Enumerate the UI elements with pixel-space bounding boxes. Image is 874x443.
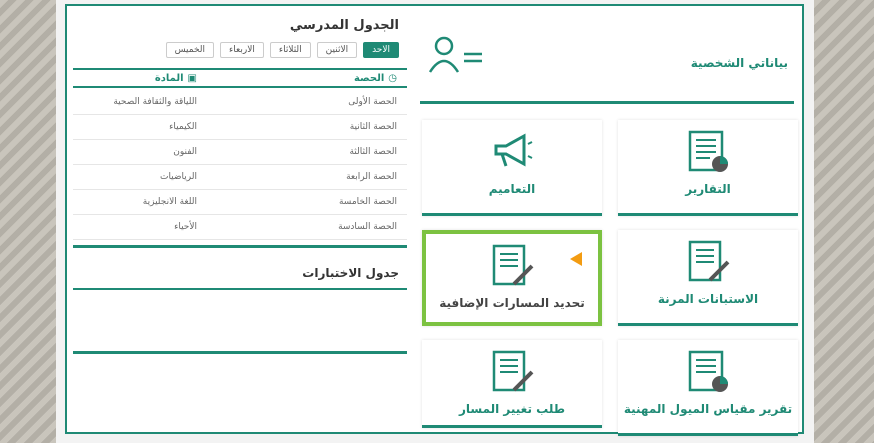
clock-icon: ◷	[388, 72, 397, 84]
table-row: الحصة الثالثة الفنون	[73, 140, 407, 165]
tile-change-track[interactable]: طلب تغيير المسار	[422, 340, 602, 428]
period-cell: الحصة السادسة	[338, 222, 397, 232]
report-chart-icon	[688, 130, 728, 172]
tile-surveys[interactable]: الاستبانات المرنة	[618, 230, 798, 326]
day-tab[interactable]: الاثنين	[316, 42, 358, 58]
schedule-title: الجدول المدرسي	[289, 18, 399, 33]
tile-extra-tracks[interactable]: تحديد المسارات الإضافية	[422, 230, 602, 326]
survey-form-icon	[688, 240, 730, 282]
tile-reports[interactable]: التقارير	[618, 120, 798, 216]
tile-label: تحديد المسارات الإضافية	[439, 296, 585, 310]
user-icon	[428, 36, 482, 73]
subject-cell: اللياقة والثقافة الصحية	[113, 97, 197, 107]
app-screen: بياناتي الشخصية التقارير التعاميم الاستب…	[65, 4, 804, 436]
day-tab[interactable]: الاربعاء	[220, 42, 264, 58]
table-row: الحصة السادسة الأحياء	[73, 215, 407, 240]
schedule-panel: الجدول المدرسي الاحد الاثنين الثلاثاء ال…	[73, 12, 407, 248]
period-cell: الحصة الثالثة	[349, 147, 397, 157]
exams-panel: جدول الاختبارات	[73, 258, 407, 354]
profile-card[interactable]: بياناتي الشخصية	[420, 16, 794, 104]
subject-cell: الكيمياء	[169, 122, 197, 132]
table-row: الحصة الرابعة الرياضيات	[73, 165, 407, 190]
tile-label: طلب تغيير المسار	[458, 402, 566, 416]
background-left	[0, 0, 56, 443]
pointer-arrow-icon	[570, 252, 582, 266]
header-subject: المادة	[154, 72, 184, 84]
tile-circulars[interactable]: التعاميم	[422, 120, 602, 216]
form-edit-icon	[492, 244, 534, 286]
subject-cell: الرياضيات	[159, 172, 197, 182]
table-row: الحصة الأولى اللياقة والثقافة الصحية	[73, 90, 407, 115]
schedule-rows: الحصة الأولى اللياقة والثقافة الصحية الح…	[73, 90, 407, 240]
background-right	[814, 0, 874, 443]
book-icon: ▣	[187, 72, 197, 84]
table-row: الحصة الثانية الكيمياء	[73, 115, 407, 140]
report-chart-icon	[688, 350, 728, 392]
tile-career-report[interactable]: تقرير مقياس الميول المهنية	[618, 340, 798, 436]
period-cell: الحصة الرابعة	[346, 172, 397, 182]
header-period: الحصة	[353, 72, 385, 84]
form-edit-icon	[492, 350, 534, 392]
period-cell: الحصة الثانية	[349, 122, 397, 132]
tile-label: التقارير	[685, 182, 731, 196]
exams-title: جدول الاختبارات	[302, 266, 399, 280]
subject-cell: اللغة الانجليزية	[142, 197, 197, 207]
day-tabs: الاحد الاثنين الثلاثاء الاربعاء الخميس	[165, 42, 399, 58]
tile-label: تقرير مقياس الميول المهنية	[623, 402, 793, 416]
divider	[73, 288, 407, 290]
day-tab[interactable]: الاحد	[363, 42, 399, 58]
subject-cell: الفنون	[173, 147, 197, 157]
profile-title: بياناتي الشخصية	[690, 56, 788, 70]
subject-cell: الأحياء	[174, 222, 197, 232]
period-cell: الحصة الخامسة	[338, 197, 397, 207]
table-row: الحصة الخامسة اللغة الانجليزية	[73, 190, 407, 215]
megaphone-icon	[494, 133, 533, 167]
day-tab[interactable]: الخميس	[165, 42, 215, 58]
day-tab[interactable]: الثلاثاء	[269, 42, 311, 58]
tile-label: التعاميم	[488, 182, 536, 196]
schedule-table-header: ◷ الحصة ▣ المادة	[73, 68, 407, 88]
period-cell: الحصة الأولى	[348, 97, 397, 107]
tile-label: الاستبانات المرنة	[657, 292, 759, 306]
